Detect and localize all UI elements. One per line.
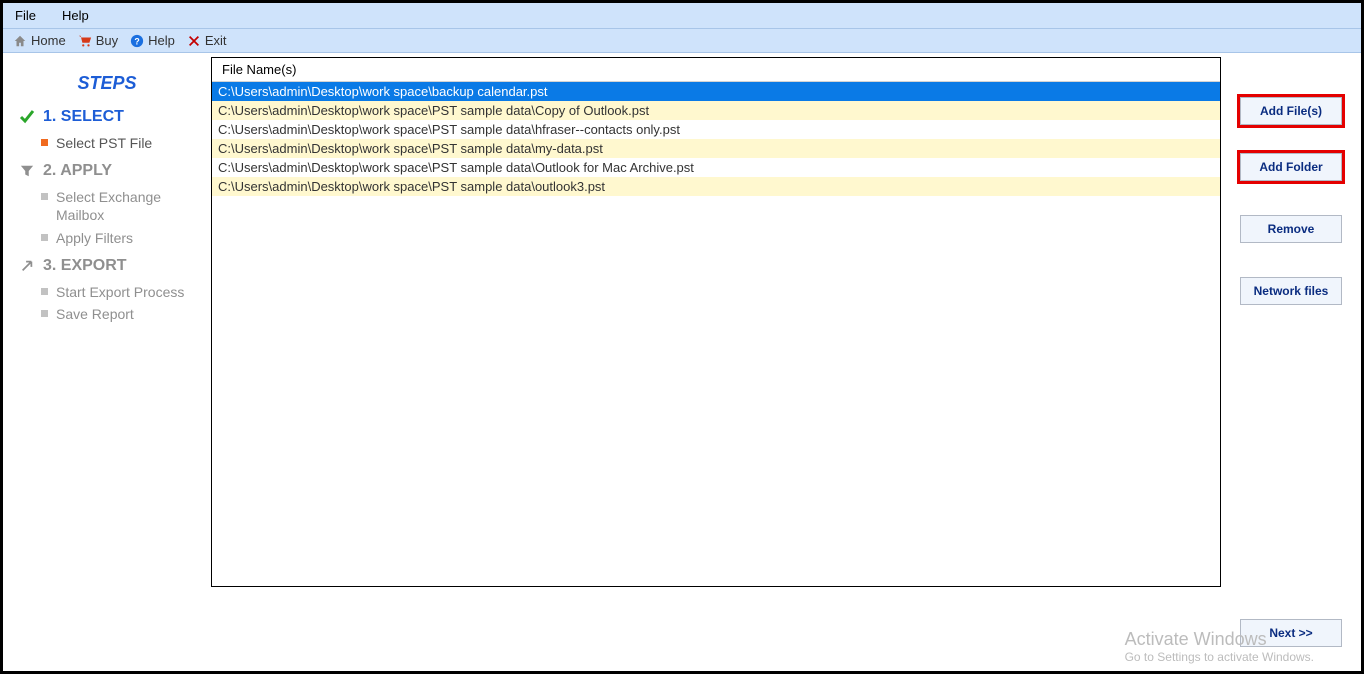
toolbar-home-label: Home xyxy=(31,33,66,48)
close-icon xyxy=(187,34,201,48)
toolbar-exit[interactable]: Exit xyxy=(187,33,227,48)
help-icon: ? xyxy=(130,34,144,48)
file-row[interactable]: C:\Users\admin\Desktop\work space\backup… xyxy=(212,82,1220,101)
steps-title: STEPS xyxy=(19,73,195,94)
network-files-button[interactable]: Network files xyxy=(1240,277,1342,305)
next-button[interactable]: Next >> xyxy=(1240,619,1342,647)
toolbar-help[interactable]: ? Help xyxy=(130,33,175,48)
step-2-sub1-label: Select Exchange Mailbox xyxy=(56,188,195,224)
filter-icon xyxy=(19,163,35,179)
step-1-sub-label: Select PST File xyxy=(56,134,152,152)
steps-sidebar: STEPS 1. SELECT Select PST File 2. APPLY… xyxy=(3,53,211,667)
toolbar-help-label: Help xyxy=(148,33,175,48)
center-pane: File Name(s) C:\Users\admin\Desktop\work… xyxy=(211,53,1221,667)
toolbar-exit-label: Exit xyxy=(205,33,227,48)
toolbar-buy[interactable]: Buy xyxy=(78,33,118,48)
menu-help[interactable]: Help xyxy=(58,6,93,25)
file-row[interactable]: C:\Users\admin\Desktop\work space\PST sa… xyxy=(212,158,1220,177)
check-icon xyxy=(19,109,35,125)
step-2-label: 2. APPLY xyxy=(43,162,112,180)
add-files-button[interactable]: Add File(s) xyxy=(1240,97,1342,125)
bullet-icon xyxy=(41,288,48,295)
right-pane: Add File(s) Add Folder Remove Network fi… xyxy=(1221,53,1361,667)
file-row[interactable]: C:\Users\admin\Desktop\work space\PST sa… xyxy=(212,139,1220,158)
step-3-sub1-label: Start Export Process xyxy=(56,283,184,301)
main-area: STEPS 1. SELECT Select PST File 2. APPLY… xyxy=(3,53,1361,667)
step-1-label: 1. SELECT xyxy=(43,108,124,126)
bullet-icon xyxy=(41,139,48,146)
export-icon xyxy=(19,258,35,274)
file-row[interactable]: C:\Users\admin\Desktop\work space\PST sa… xyxy=(212,177,1220,196)
step-2-apply[interactable]: 2. APPLY xyxy=(19,162,195,180)
file-grid: File Name(s) C:\Users\admin\Desktop\work… xyxy=(211,57,1221,587)
bullet-icon xyxy=(41,310,48,317)
step-1-select[interactable]: 1. SELECT xyxy=(19,108,195,126)
step-3-label: 3. EXPORT xyxy=(43,257,127,275)
step-3-sub-save-report[interactable]: Save Report xyxy=(41,305,195,323)
remove-button[interactable]: Remove xyxy=(1240,215,1342,243)
step-2-sub2-label: Apply Filters xyxy=(56,229,133,247)
bullet-icon xyxy=(41,193,48,200)
menubar: File Help xyxy=(3,3,1361,29)
file-grid-body: C:\Users\admin\Desktop\work space\backup… xyxy=(212,82,1220,196)
step-3-export[interactable]: 3. EXPORT xyxy=(19,257,195,275)
file-row[interactable]: C:\Users\admin\Desktop\work space\PST sa… xyxy=(212,120,1220,139)
cart-icon xyxy=(78,34,92,48)
step-2-sub-select-mailbox[interactable]: Select Exchange Mailbox xyxy=(41,188,195,224)
home-icon xyxy=(13,34,27,48)
menu-file[interactable]: File xyxy=(11,6,40,25)
toolbar-buy-label: Buy xyxy=(96,33,118,48)
toolbar-home[interactable]: Home xyxy=(13,33,66,48)
step-1-sub-select-pst[interactable]: Select PST File xyxy=(41,134,195,152)
svg-text:?: ? xyxy=(134,36,139,46)
add-folder-button[interactable]: Add Folder xyxy=(1240,153,1342,181)
file-row[interactable]: C:\Users\admin\Desktop\work space\PST sa… xyxy=(212,101,1220,120)
step-3-sub2-label: Save Report xyxy=(56,305,134,323)
bullet-icon xyxy=(41,234,48,241)
file-grid-header[interactable]: File Name(s) xyxy=(212,58,1220,82)
toolbar: Home Buy ? Help Exit xyxy=(3,29,1361,53)
step-2-sub-apply-filters[interactable]: Apply Filters xyxy=(41,229,195,247)
step-3-sub-start-export[interactable]: Start Export Process xyxy=(41,283,195,301)
